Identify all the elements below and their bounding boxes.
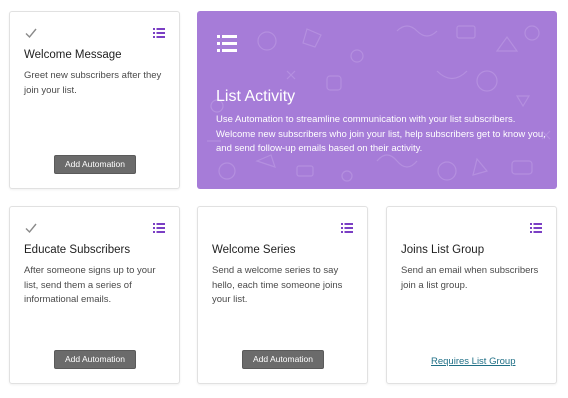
automation-card-welcome-series: Welcome Series Send a welcome series to …	[197, 206, 368, 384]
automation-card-joins-list-group: Joins List Group Send an email when subs…	[386, 206, 557, 384]
automation-card-welcome-message: Welcome Message Greet new subscribers af…	[9, 11, 180, 189]
checkmark-icon	[25, 223, 37, 234]
list-icon	[153, 223, 165, 233]
list-icon	[153, 28, 165, 38]
hero-description: Use Automation to streamline communicati…	[216, 114, 546, 154]
list-activity-hero: List Activity Use Automation to streamli…	[197, 11, 557, 189]
checkmark-icon	[25, 28, 37, 39]
card-description: Send an email when subscribers join a li…	[401, 265, 539, 291]
card-title: Welcome Message	[24, 49, 122, 61]
add-automation-button[interactable]: Add Automation	[242, 350, 324, 369]
card-description: Greet new subscribers after they join yo…	[24, 70, 162, 96]
card-description: Send a welcome series to say hello, each…	[212, 265, 343, 305]
card-title: Welcome Series	[212, 244, 296, 256]
add-automation-button[interactable]: Add Automation	[54, 155, 136, 174]
list-icon	[341, 223, 353, 233]
list-icon	[530, 223, 542, 233]
card-title: Joins List Group	[401, 244, 485, 256]
card-description: After someone signs up to your list, sen…	[24, 265, 156, 305]
automation-card-educate-subscribers: Educate Subscribers After someone signs …	[9, 206, 180, 384]
card-title: Educate Subscribers	[24, 244, 131, 256]
hero-title: List Activity	[216, 88, 296, 105]
list-icon	[217, 35, 237, 52]
add-automation-button[interactable]: Add Automation	[54, 350, 136, 369]
requires-list-group-link[interactable]: Requires List Group	[431, 356, 515, 367]
